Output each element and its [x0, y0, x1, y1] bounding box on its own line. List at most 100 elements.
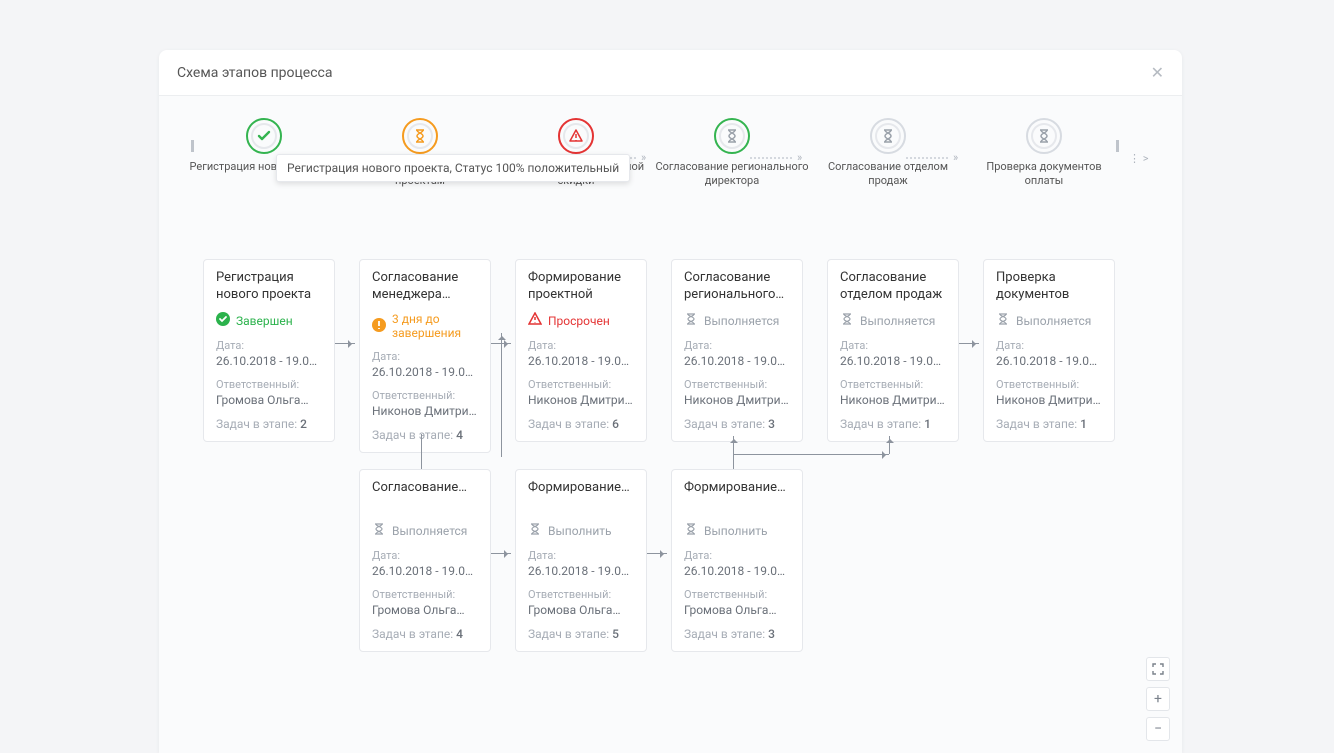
status-text: Выполняется — [1016, 314, 1091, 328]
responsible-value: Никонов Дмитрий… — [372, 404, 478, 418]
stage-title: Согласование менеджера… — [372, 270, 478, 304]
zoom-controls: + − — [1146, 657, 1170, 741]
stage-status: Выполняется — [840, 312, 946, 329]
step-ring — [402, 118, 438, 154]
date-value: 26.10.2018 - 19.01.2019 — [684, 564, 790, 578]
date-label: Дата: — [840, 339, 946, 352]
timeline: ⋮ > » » » » » Регистрация нового проекта — [159, 118, 1182, 198]
stage-status: Завершен — [216, 312, 322, 329]
status-icon — [372, 522, 386, 539]
date-label: Дата: — [372, 549, 478, 562]
tasks-count: Задач в этапе: 3 — [684, 627, 790, 641]
status-icon — [528, 522, 542, 539]
stage-status: Выполняется — [372, 522, 478, 539]
step-ring — [1026, 118, 1062, 154]
date-label: Дата: — [528, 339, 634, 352]
status-icon — [372, 318, 386, 335]
stage-status: Выполняется — [996, 312, 1102, 329]
step-tooltip: Регистрация нового проекта, Статус 100% … — [276, 154, 630, 182]
step-ring — [714, 118, 750, 154]
stage-card[interactable]: Регистрация нового проекта Завершен Дата… — [203, 259, 335, 442]
date-value: 26.10.2018 - 19.01.2019 — [216, 354, 322, 368]
date-label: Дата: — [216, 339, 322, 352]
date-value: 26.10.2018 - 19.01.2019 — [372, 365, 478, 379]
responsible-value: Громова Ольга… — [372, 603, 478, 617]
arrow-icon — [491, 553, 511, 554]
arrow-icon — [501, 333, 502, 457]
stage-status: Просрочен — [528, 312, 634, 329]
stage-status: Выполнить — [684, 522, 790, 539]
stage-card[interactable]: Формирование… Выполнить Дата: 26.10.2018… — [671, 469, 803, 652]
status-text: Завершен — [236, 314, 293, 328]
date-value: 26.10.2018 - 19.01.2019 — [840, 354, 946, 368]
stage-title: Согласование отделом продаж — [840, 270, 946, 304]
responsible-label: Ответственный: — [372, 389, 478, 402]
status-text: Просрочен — [548, 314, 610, 328]
stage-title: Формирование… — [684, 480, 790, 514]
responsible-label: Ответственный: — [528, 588, 634, 601]
responsible-label: Ответственный: — [372, 588, 478, 601]
stage-title: Регистрация нового проекта — [216, 270, 322, 304]
fit-icon — [1152, 663, 1164, 675]
stage-card[interactable]: Формирование… Выполнить Дата: 26.10.2018… — [515, 469, 647, 652]
fit-screen-button[interactable] — [1146, 657, 1170, 681]
status-icon — [684, 522, 698, 539]
responsible-value: Громова Ольга… — [684, 603, 790, 617]
arrow-icon — [733, 454, 734, 469]
panel-header: Схема этапов процесса ✕ — [159, 50, 1182, 96]
status-icon — [840, 312, 854, 329]
stage-title: Согласование регионального… — [684, 270, 790, 304]
responsible-label: Ответственный: — [996, 378, 1102, 391]
date-value: 26.10.2018 - 19.01.2019 — [528, 354, 634, 368]
stage-card[interactable]: Проверка документов оплаты Выполняется Д… — [983, 259, 1115, 442]
zoom-out-button[interactable]: − — [1146, 717, 1170, 741]
arrow-icon — [733, 436, 734, 454]
step-ring — [246, 118, 282, 154]
date-label: Дата: — [684, 549, 790, 562]
status-text: Выполняется — [704, 314, 779, 328]
tasks-count: Задач в этапе: 3 — [684, 417, 790, 431]
arrow-icon — [889, 436, 890, 454]
stage-title: Проверка документов оплаты — [996, 270, 1102, 304]
stage-card[interactable]: Формирование проектной скидки Просрочен … — [515, 259, 647, 442]
panel-title: Схема этапов процесса — [177, 65, 333, 81]
arrow-icon — [335, 343, 355, 344]
responsible-label: Ответственный: — [840, 378, 946, 391]
stage-card[interactable]: Согласование регионального… Выполняется … — [671, 259, 803, 442]
arrow-icon — [421, 434, 422, 469]
process-scheme-panel: Схема этапов процесса ✕ ⋮ > » » » » » — [159, 50, 1182, 753]
status-text: Выполнить — [704, 524, 768, 538]
stage-status: 3 дня до завершения — [372, 312, 478, 340]
responsible-label: Ответственный: — [528, 378, 634, 391]
responsible-value: Громова Ольга… — [528, 603, 634, 617]
tasks-count: Задач в этапе: 1 — [840, 417, 946, 431]
responsible-value: Громова Ольга… — [216, 393, 322, 407]
date-value: 26.10.2018 - 19.01.2019 — [996, 354, 1102, 368]
responsible-value: Никонов Дмитрий… — [996, 393, 1102, 407]
tasks-count: Задач в этапе: 4 — [372, 428, 478, 442]
diagram-canvas[interactable]: ⋮ > » » » » » Регистрация нового проекта — [159, 96, 1182, 753]
date-value: 26.10.2018 - 19.01.2019 — [684, 354, 790, 368]
stage-card[interactable]: Согласование менеджера… 3 дня до заверше… — [359, 259, 491, 453]
date-label: Дата: — [528, 549, 634, 562]
timeline-step-sales[interactable]: Согласование отделом продаж — [810, 118, 966, 188]
timeline-step-regional[interactable]: Согласование регионального директора — [654, 118, 810, 188]
status-text: Выполняется — [860, 314, 935, 328]
responsible-value: Никонов Дмитрий… — [528, 393, 634, 407]
responsible-label: Ответственный: — [684, 378, 790, 391]
date-value: 26.10.2018 - 19.01.2019 — [372, 564, 478, 578]
timeline-step-payment-docs[interactable]: Проверка документов оплаты — [966, 118, 1122, 188]
timeline-scroll-chevrons-icon[interactable]: ⋮ > — [1129, 152, 1148, 165]
zoom-in-button[interactable]: + — [1146, 687, 1170, 711]
status-text: 3 дня до завершения — [392, 312, 478, 340]
date-label: Дата: — [372, 350, 478, 363]
tasks-count: Задач в этапе: 2 — [216, 417, 322, 431]
stage-card[interactable]: Согласование отделом продаж Выполняется … — [827, 259, 959, 442]
status-icon — [996, 312, 1010, 329]
status-text: Выполняется — [392, 524, 467, 538]
stage-status: Выполнить — [528, 522, 634, 539]
status-icon — [216, 312, 230, 329]
stage-title: Формирование… — [528, 480, 634, 514]
close-icon[interactable]: ✕ — [1151, 63, 1164, 82]
stage-card[interactable]: Согласование… Выполняется Дата: 26.10.20… — [359, 469, 491, 652]
